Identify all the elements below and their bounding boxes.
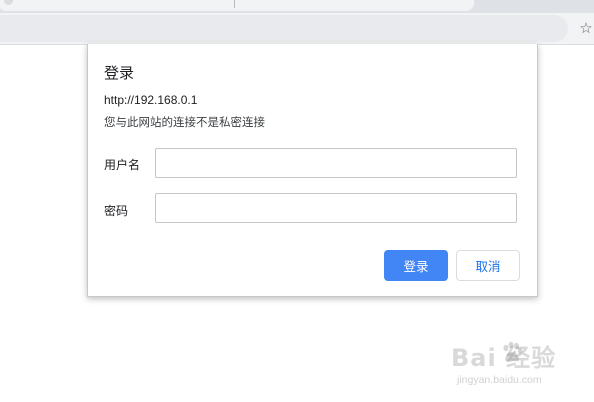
username-label: 用户名 [104,158,141,172]
tab-strip [0,0,594,13]
star-icon[interactable]: ☆ [578,20,594,36]
login-button[interactable]: 登录 [384,250,448,281]
cancel-button[interactable]: 取消 [456,250,520,281]
paw-logo-icon [503,341,523,362]
address-bar[interactable] [0,15,568,42]
username-input[interactable] [155,148,517,178]
tab-separator [234,0,235,8]
tab-favicon-icon [4,0,13,5]
auth-dialog: 登录 http://192.168.0.1 您与此网站的连接不是私密连接 用户名… [87,44,538,297]
watermark-site: jingyan.baidu.com [457,374,542,386]
password-input[interactable] [155,193,517,223]
browser-toolbar: ☆ [0,13,594,45]
baidu-jingyan-watermark: Bai 经验 jingyan.baidu.com [451,338,591,396]
dialog-title: 登录 [104,64,135,82]
password-label: 密码 [104,204,129,218]
dialog-url: http://192.168.0.1 [104,93,198,107]
browser-tab[interactable] [0,0,474,11]
connection-warning: 您与此网站的连接不是私密连接 [104,115,265,129]
